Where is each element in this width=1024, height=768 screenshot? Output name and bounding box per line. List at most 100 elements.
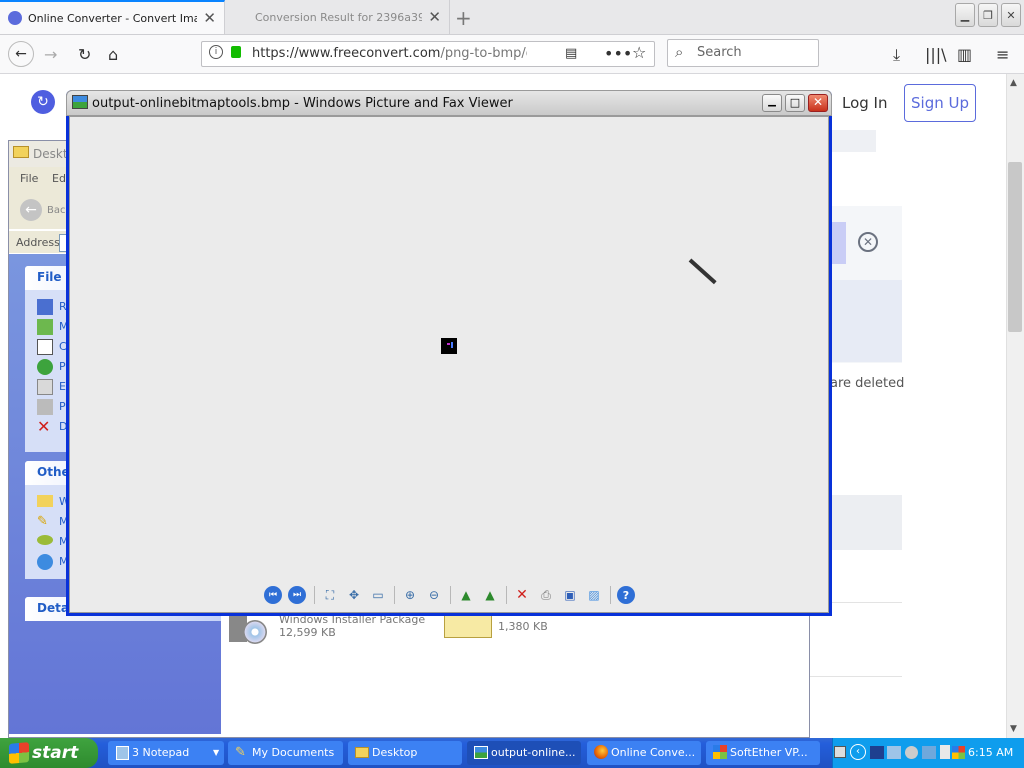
delete-icon[interactable]: ✕	[513, 586, 531, 604]
tab-close-icon[interactable]: ✕	[428, 8, 441, 26]
toolbar-separator	[314, 586, 315, 604]
tab-close-icon[interactable]: ✕	[203, 9, 216, 27]
login-link[interactable]: Log In	[842, 94, 888, 112]
volume-icon[interactable]	[940, 745, 950, 759]
security-icon[interactable]	[887, 746, 901, 759]
rename-icon	[37, 299, 53, 315]
library-icon[interactable]: |||\	[925, 45, 947, 64]
scroll-up-icon[interactable]: ▲	[1010, 78, 1017, 88]
tab-title: Conversion Result for 2396a39b9	[255, 10, 423, 24]
save-icon[interactable]: ▣	[561, 586, 579, 604]
next-image-icon[interactable]: ⏭	[288, 586, 306, 604]
restore-button[interactable]: ❐	[978, 3, 998, 27]
sidebar-icon[interactable]: ▥	[957, 45, 972, 64]
explorer-title: Deskt	[33, 147, 68, 161]
network-connection-icon[interactable]	[870, 746, 884, 759]
search-input[interactable]: Search	[697, 45, 742, 60]
disk-icon[interactable]	[905, 746, 918, 759]
signup-button[interactable]: Sign Up	[904, 84, 976, 122]
start-label: start	[32, 743, 79, 763]
lock-icon[interactable]	[231, 46, 241, 58]
notepad-icon	[116, 746, 129, 760]
group-dropdown-icon[interactable]: ▼	[213, 748, 219, 757]
search-bar[interactable]	[667, 39, 819, 67]
taskbar-label: Desktop	[372, 746, 418, 759]
taskbar-label: SoftEther VP...	[730, 746, 808, 759]
scrollbar-thumb[interactable]	[1008, 162, 1022, 332]
folder-icon	[13, 146, 29, 158]
displayed-bitmap	[441, 338, 457, 354]
zoom-in-icon[interactable]: ⊕	[401, 586, 419, 604]
info-icon[interactable]: i	[209, 45, 223, 59]
tray-collapse-icon[interactable]: ‹	[850, 744, 866, 760]
divider	[808, 676, 902, 677]
page-actions-icon[interactable]: •••	[604, 44, 632, 63]
file-size: 1,380 KB	[498, 620, 548, 633]
rotate-clockwise-icon[interactable]: ▲	[457, 586, 475, 604]
picture-viewer-icon	[474, 746, 488, 759]
toolbar-separator	[610, 586, 611, 604]
viewer-close-button[interactable]: ✕	[808, 94, 828, 112]
taskbar-label: Online Conve...	[611, 746, 696, 759]
freeconvert-logo-icon[interactable]: ↻	[31, 90, 55, 114]
task-publish[interactable]: P	[59, 360, 66, 373]
reload-icon[interactable]: ↻	[78, 45, 91, 64]
connection-icon[interactable]	[922, 746, 936, 759]
best-fit-icon[interactable]: ⛶	[321, 586, 339, 604]
url-path: /png-to-bmp/dow	[440, 46, 527, 61]
address-label: Address	[16, 236, 60, 249]
url-host: https://www.freeconvert.com	[252, 46, 441, 61]
windows-logo-icon	[9, 742, 29, 764]
viewer-canvas	[69, 116, 829, 613]
taskbar-label: output-online...	[491, 746, 576, 759]
previous-image-icon[interactable]: ⏮	[264, 586, 282, 604]
print-icon	[37, 399, 53, 415]
taskbar-label: 3 Notepad	[132, 746, 190, 759]
tab-conversion-result[interactable]: Conversion Result for 2396a39b9 ✕	[225, 0, 450, 34]
help-icon[interactable]: ?	[617, 586, 635, 604]
reader-view-icon[interactable]: ▤	[565, 46, 577, 61]
rotate-counterclockwise-icon[interactable]: ▲	[481, 586, 499, 604]
toolbar-separator	[506, 586, 507, 604]
installer-file-icon[interactable]	[229, 612, 269, 644]
vpn-tray-icon[interactable]	[952, 746, 965, 759]
my-documents-icon: ✎	[235, 745, 246, 760]
back-icon[interactable]: ←	[8, 41, 34, 67]
scroll-down-icon[interactable]: ▼	[1010, 724, 1017, 734]
email-icon	[37, 379, 53, 395]
file-size: 12,599 KB	[279, 626, 336, 639]
folder-icon	[355, 747, 369, 758]
forward-icon[interactable]: →	[44, 45, 57, 64]
zoom-out-icon[interactable]: ⊖	[425, 586, 443, 604]
softether-icon	[713, 745, 727, 759]
edit-image-icon[interactable]: ▨	[585, 586, 603, 604]
new-tab-icon[interactable]: +	[455, 6, 472, 30]
freeconvert-favicon-icon	[8, 11, 22, 25]
move-icon	[37, 319, 53, 335]
remove-file-icon[interactable]: ✕	[858, 232, 878, 252]
print-icon[interactable]: ⎙	[537, 586, 555, 604]
network-icon	[37, 554, 53, 570]
actual-size-icon[interactable]: ✥	[345, 586, 363, 604]
delete-icon: ✕	[37, 417, 51, 436]
bookmark-star-icon[interactable]: ☆	[632, 43, 646, 62]
viewer-minimize-button[interactable]: ▁	[762, 94, 782, 112]
task-email[interactable]: E	[59, 380, 66, 393]
minimize-button[interactable]: ▁	[955, 3, 975, 27]
url-text[interactable]: https://www.freeconvert.com/png-to-bmp/d…	[252, 46, 527, 61]
copy-icon	[37, 339, 53, 355]
menu-file[interactable]: File	[20, 172, 38, 185]
viewer-title: output-onlinebitmaptools.bmp - Windows P…	[92, 96, 513, 111]
search-icon: ⌕	[675, 43, 684, 61]
menu-icon[interactable]: ≡	[996, 45, 1009, 64]
slideshow-icon[interactable]: ▭	[369, 586, 387, 604]
close-button[interactable]: ✕	[1001, 3, 1021, 27]
viewer-maximize-button[interactable]: □	[785, 94, 805, 112]
task-print[interactable]: P	[59, 400, 66, 413]
keyboard-icon[interactable]	[834, 746, 846, 758]
download-icon[interactable]: ⤓	[893, 45, 900, 65]
tab-online-converter[interactable]: Online Converter - Convert Image ✕	[0, 0, 225, 34]
clock[interactable]: 6:15 AM	[968, 746, 1013, 759]
back-arrow-icon[interactable]: ←	[20, 199, 42, 221]
home-icon[interactable]: ⌂	[108, 45, 118, 64]
